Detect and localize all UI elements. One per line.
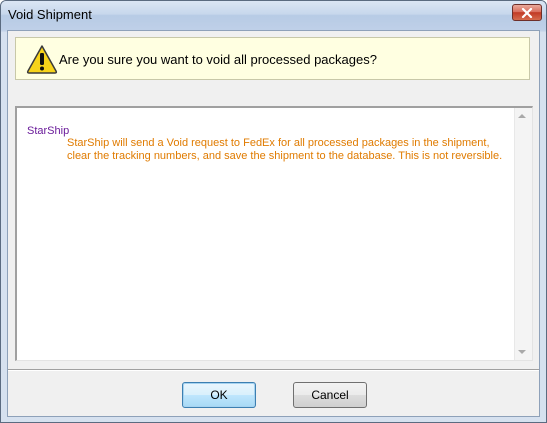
question-text: Are you sure you want to void all proces…	[59, 52, 377, 67]
vertical-scrollbar[interactable]	[514, 108, 532, 360]
close-icon	[521, 7, 533, 18]
message-text: StarShip will send a Void request to Fed…	[67, 137, 503, 162]
dialog-window: Void Shipment Are you sure you want to v…	[0, 0, 547, 423]
ok-button[interactable]: OK	[182, 382, 256, 408]
title-bar[interactable]: Void Shipment	[1, 1, 546, 30]
button-divider	[8, 369, 539, 371]
cancel-button[interactable]: Cancel	[293, 382, 367, 408]
scroll-down-arrow-icon[interactable]	[518, 350, 526, 354]
dialog-body: Are you sure you want to void all proces…	[7, 30, 540, 417]
question-banner: Are you sure you want to void all proces…	[15, 37, 530, 80]
close-button[interactable]	[512, 4, 542, 21]
warning-icon	[26, 45, 58, 74]
message-source: StarShip	[27, 125, 70, 137]
window-title: Void Shipment	[8, 7, 92, 22]
details-textbox[interactable]: StarShip StarShip will send a Void reque…	[15, 106, 533, 361]
scroll-up-arrow-icon[interactable]	[518, 114, 526, 118]
